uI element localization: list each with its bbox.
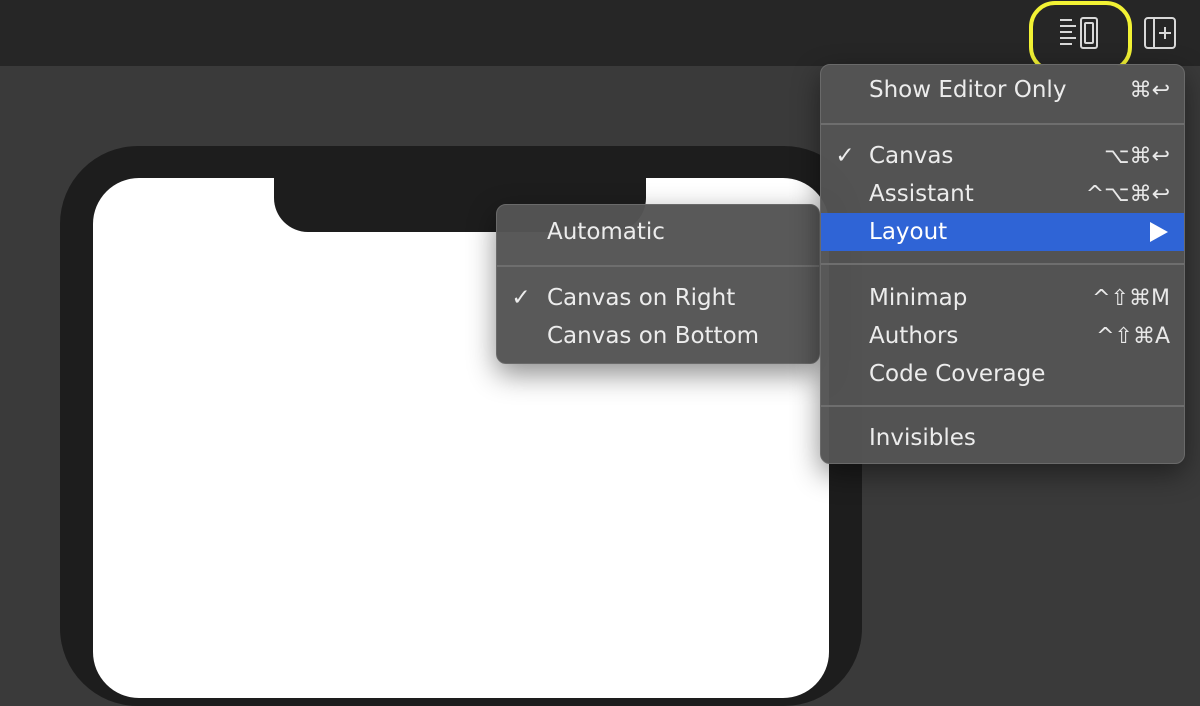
menu-item-assistant[interactable]: Assistant ^⌥⌘↩ xyxy=(821,175,1184,213)
menu-item-shortcut: ^⇧⌘M xyxy=(1092,285,1170,311)
menu-item-minimap[interactable]: Minimap ^⇧⌘M xyxy=(821,279,1184,317)
submenu-arrow-icon xyxy=(1150,222,1168,242)
menu-separator xyxy=(821,405,1184,407)
menu-item-shortcut: ⌥⌘↩ xyxy=(1104,143,1170,169)
library-button[interactable] xyxy=(1138,14,1182,52)
menu-item-authors[interactable]: Authors ^⇧⌘A xyxy=(821,317,1184,355)
menu-item-invisibles[interactable]: Invisibles xyxy=(821,419,1184,457)
menu-item-label: Layout xyxy=(869,219,948,245)
menu-separator xyxy=(821,263,1184,265)
menu-item-shortcut: ^⌥⌘↩ xyxy=(1085,181,1170,207)
checkmark-icon: ✓ xyxy=(835,143,855,169)
menu-item-canvas-on-bottom[interactable]: Canvas on Bottom xyxy=(497,317,819,355)
checkmark-icon: ✓ xyxy=(511,285,531,311)
menu-item-show-editor-only[interactable]: Show Editor Only ⌘↩ xyxy=(821,71,1184,109)
menu-item-label: Minimap xyxy=(869,285,968,311)
editor-options-menu: Show Editor Only ⌘↩ ✓ Canvas ⌥⌘↩ Assista… xyxy=(820,64,1185,464)
menu-item-label: Canvas on Bottom xyxy=(547,323,760,349)
menu-item-label: Assistant xyxy=(869,181,974,207)
menu-item-label: Authors xyxy=(869,323,959,349)
menu-separator xyxy=(821,123,1184,125)
add-library-icon xyxy=(1144,17,1176,49)
menu-item-shortcut: ⌘↩ xyxy=(1129,77,1170,103)
menu-item-canvas[interactable]: ✓ Canvas ⌥⌘↩ xyxy=(821,137,1184,175)
menu-separator xyxy=(497,265,819,267)
layout-submenu: Automatic ✓ Canvas on Right Canvas on Bo… xyxy=(496,204,820,364)
highlight-ring xyxy=(1029,1,1132,73)
menu-item-automatic[interactable]: Automatic xyxy=(497,213,819,251)
menu-item-label: Invisibles xyxy=(869,425,976,451)
toolbar xyxy=(0,0,1200,73)
menu-item-label: Show Editor Only xyxy=(869,77,1067,103)
menu-item-layout[interactable]: Layout xyxy=(821,213,1184,251)
menu-item-label: Canvas on Right xyxy=(547,285,736,311)
menu-item-label: Code Coverage xyxy=(869,361,1046,387)
menu-item-shortcut: ^⇧⌘A xyxy=(1096,323,1170,349)
menu-item-label: Canvas xyxy=(869,143,954,169)
menu-item-canvas-on-right[interactable]: ✓ Canvas on Right xyxy=(497,279,819,317)
menu-item-label: Automatic xyxy=(547,219,665,245)
menu-item-code-coverage[interactable]: Code Coverage xyxy=(821,355,1184,393)
